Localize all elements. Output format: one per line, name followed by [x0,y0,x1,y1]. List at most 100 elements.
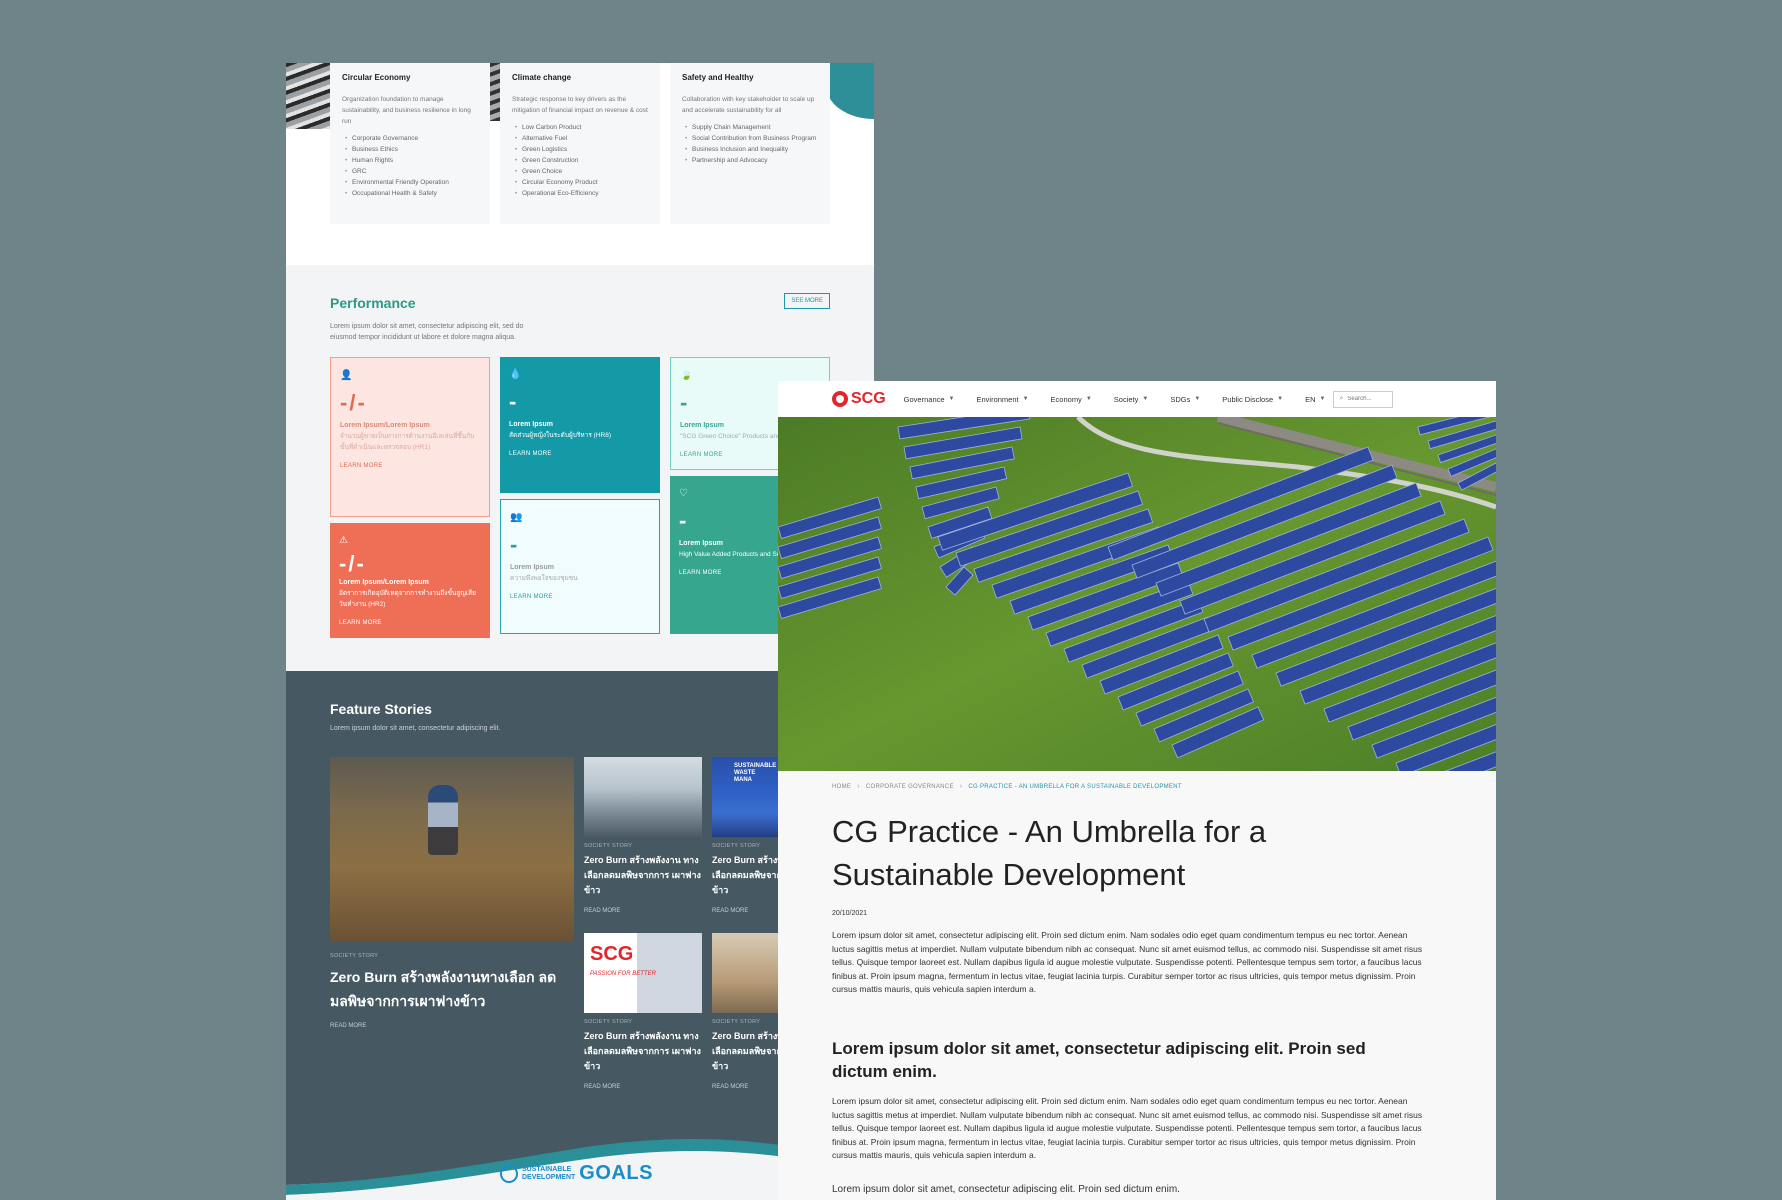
pillar-desc: Collaboration with key stakeholder to sc… [682,96,815,114]
story-card-main[interactable]: SOCIETY STORY Zero Burn สร้างพลังงานทางเ… [330,757,574,1029]
pillar-title: Climate change [512,73,572,82]
performance-tile: ⚠ -/- Lorem Ipsum/Lorem Ipsum อัตราการเก… [330,523,490,638]
list-item: Low Carbon Product [512,122,648,133]
pillar-list: Low Carbon Product Alternative Fuel Gree… [512,122,648,199]
story-title: Zero Burn สร้างพลังงาน ทางเลือกลดมลพิษจา… [584,855,701,895]
un-emblem-icon [500,1164,518,1183]
section-desc: Lorem ipsum dolor sit amet, consectetur … [330,725,501,732]
tile-label: Lorem Ipsum/Lorem Ipsum [339,579,429,586]
pillar-list: Supply Chain Management Social Contribut… [682,122,818,166]
list-item: Business Inclusion and Inequality [682,144,818,155]
breadcrumb-corporate-governance[interactable]: CORPORATE GOVERNANCE [866,784,954,790]
nav-public-disclose[interactable]: Public Disclose ▼ [1222,395,1283,404]
tile-label: Lorem Ipsum/Lorem Ipsum [340,422,430,429]
section-title: Performance [330,295,416,311]
story-category: SOCIETY STORY [584,843,633,849]
pillar-card-safety-healthy: Safety and Healthy Collaboration with ke… [670,63,830,224]
tile-label: Lorem Ipsum [510,564,554,571]
logo-text: SCG [851,390,886,407]
scg-logo-image: SCG [590,943,634,965]
story-category: SOCIETY STORY [330,953,379,959]
chevron-down-icon: ▼ [1319,396,1326,402]
scg-tagline: PASSION FOR BETTER [590,971,656,977]
pillar-title: Circular Economy [342,73,411,82]
list-item: Operational Eco-Efficiency [512,188,648,199]
article-title: CG Practice - An Umbrella for a Sustaina… [832,814,1267,892]
list-item: Social Contribution from Business Progra… [682,133,818,144]
pillar-desc: Organization foundation to manage sustai… [342,96,471,125]
nav-society[interactable]: Society ▼ [1114,395,1149,404]
article-page-panel: SCG Governance ▼ Environment ▼ Economy ▼ So… [778,381,1496,1200]
list-item: Circular Economy Product [512,177,648,188]
learn-more-link[interactable]: LEARN MORE [340,463,480,469]
chevron-down-icon: ▼ [948,396,955,402]
nav-sdgs[interactable]: SDGs ▼ [1170,395,1200,404]
learn-more-link[interactable]: LEARN MORE [339,620,481,626]
performance-tile: 👤 -/- Lorem Ipsum/Lorem Ipsum จำนวนผู้ขา… [330,357,490,517]
search-box: ⌕ [1333,390,1394,408]
list-item: Corporate Governance [342,133,478,144]
sdg-logo: SUSTAINABLE DEVELOPMENT GOALS [500,1162,653,1185]
story-card[interactable]: SOCIETY STORY Zero Burn สร้างพลังงาน ทาง… [584,757,702,914]
tile-value: - [510,532,520,557]
list-item: Partnership and Advocacy [682,155,818,166]
pillars-section: Circular Economy Organization foundation… [286,63,874,265]
learn-more-link[interactable]: LEARN MORE [510,594,650,600]
language-label: EN [1305,394,1316,404]
breadcrumb-home[interactable]: HOME [832,784,851,790]
warning-icon: ⚠ [339,535,348,546]
event-banner-text: SUSTAINABLE WASTE MANA [734,763,777,783]
sdg-line2: DEVELOPMENT [522,1173,576,1181]
read-more-link[interactable]: READ MORE [330,1023,574,1029]
teal-wave-decoration [826,63,874,119]
sdg-goals-text: GOALS [579,1162,653,1184]
learn-more-link[interactable]: LEARN MORE [509,451,651,457]
farmer-figure [428,785,458,855]
tile-sub: สัดส่วนผู้หญิงในระดับผู้บริหาร (HR8) [509,432,611,439]
hero-image-solar-farm [778,417,1496,771]
section-desc: Lorem ipsum dolor sit amet, consectetur … [330,323,524,341]
tile-sub: จำนวนผู้ขายเป็นทางการด้านงานอีเลเล่นที่ข… [340,433,475,451]
nav-environment[interactable]: Environment ▼ [976,395,1028,404]
read-more-link[interactable]: READ MORE [584,908,702,914]
pillar-list: Corporate Governance Business Ethics Hum… [342,133,478,199]
read-more-link[interactable]: READ MORE [584,1084,702,1090]
pillars-background-image [286,63,334,129]
language-selector[interactable]: EN ▼ [1305,395,1325,404]
chevron-down-icon: ▼ [1085,396,1092,402]
nav-label: Economy [1050,394,1082,404]
chevron-down-icon: ▼ [1277,396,1284,402]
article-subheading: Lorem ipsum dolor sit amet, consectetur … [832,1038,1366,1081]
list-item: Environmental Friendly Operation [342,177,478,188]
see-more-button[interactable]: SEE MORE [784,293,830,309]
article: HOME › CORPORATE GOVERNANCE › CG PRACTIC… [778,771,1496,1197]
nav-label: Environment [976,394,1019,404]
pillar-card-climate-change: Climate change Strategic response to key… [500,63,660,224]
article-paragraph: Lorem ipsum dolor sit amet, consectetur … [832,1095,1423,1161]
list-item: Business Ethics [342,144,478,155]
chevron-down-icon: ▼ [1194,396,1201,402]
search-icon: ⌕ [1339,395,1344,402]
breadcrumb-current: CG PRACTICE - AN UMBRELLA FOR A SUSTAINA… [968,783,1182,790]
article-paragraph: Lorem ipsum dolor sit amet, consectetur … [832,930,1423,995]
breadcrumb: HOME › CORPORATE GOVERNANCE › CG PRACTIC… [832,783,1424,790]
tile-label: Lorem Ipsum [509,421,553,428]
nav-economy[interactable]: Economy ▼ [1051,395,1092,404]
story-image [584,757,702,837]
tile-value: -/- [339,551,366,576]
search-input[interactable] [1347,396,1388,402]
story-category: SOCIETY STORY [584,1019,633,1025]
performance-tile: 👥 - Lorem Ipsum ความพึงพอใจของชุมชน LEAR… [500,499,660,634]
tile-sub: อัตราการเกิดอุบัติเหตุจากการทำงานถึงขั้น… [339,590,476,608]
article-date: 20/10/2021 [832,910,868,917]
section-title: Feature Stories [330,701,432,717]
nav-label: Public Disclose [1222,394,1274,404]
scg-logo[interactable]: SCG [832,390,886,408]
list-item: Occupational Health & Safety [342,188,478,199]
list-item: Green Choice [512,166,648,177]
nav-governance[interactable]: Governance ▼ [904,395,955,404]
sdg-logo-text: SUSTAINABLE DEVELOPMENT [522,1166,575,1182]
chevron-down-icon: ▼ [1142,396,1149,402]
story-image [330,757,574,941]
story-card[interactable]: SCG PASSION FOR BETTER SOCIETY STORY Zer… [584,933,702,1090]
